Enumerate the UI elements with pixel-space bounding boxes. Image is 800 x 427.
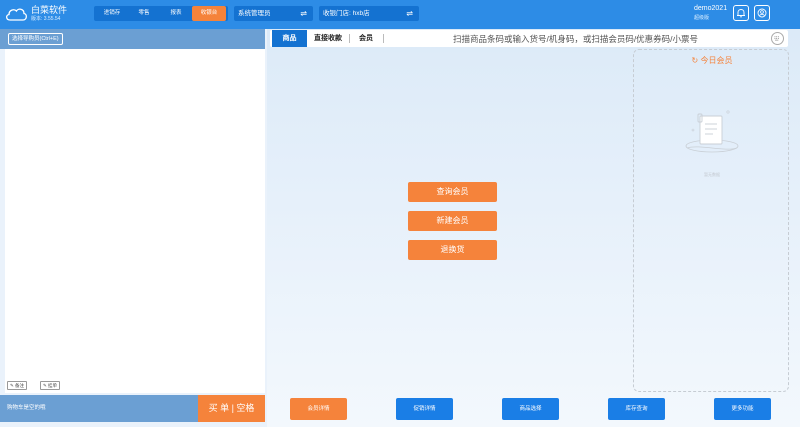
more-functions-button[interactable]: 更多功能 [714, 398, 771, 420]
cart-footer: 购物车是空的哦 [0, 395, 198, 422]
member-details-button[interactable]: 会员详情 [290, 398, 347, 420]
refresh-icon[interactable]: ↻ [692, 56, 699, 65]
new-member-button[interactable]: 新建会员 [408, 211, 497, 231]
main-nav: 进销存 零售 报表 收银台 [94, 6, 228, 21]
top-bar: 白菜软件 版本: 3.55.54 进销存 零售 报表 收银台 系统管理员 ⇌ 收… [0, 0, 800, 29]
product-select-button[interactable]: 商品选择 [502, 398, 559, 420]
hold-order-label: 挂单 [48, 383, 58, 388]
nav-reports[interactable]: 报表 [160, 6, 192, 21]
promotion-details-button[interactable]: 促销详情 [396, 398, 453, 420]
store-select[interactable]: 收银门店: hxb店 ⇌ [319, 6, 419, 21]
profile-button[interactable] [754, 5, 770, 21]
cloud-logo-icon [6, 8, 27, 21]
select-salesperson-button[interactable]: 选择导购员(Ctrl+E) [8, 33, 63, 45]
store-select-label: 收银门店: hxb店 [323, 10, 370, 17]
cart-status-text: 购物车是空的哦 [7, 405, 46, 411]
swap-icon: ⇌ [406, 9, 413, 18]
app-brand: 白菜软件 [31, 5, 68, 15]
operator-select-label: 系统管理员 [238, 10, 271, 17]
notification-button[interactable] [733, 5, 749, 21]
today-members-panel: ↻ 今日会员 暂无数据 [633, 49, 789, 392]
empty-state-text: 暂无数据 [704, 172, 720, 177]
edit-icon: ✎ [43, 383, 47, 388]
bell-icon [737, 9, 745, 18]
stock-query-button[interactable]: 库存查询 [608, 398, 665, 420]
note-button[interactable]: ✎ 备注 [7, 381, 28, 390]
nav-retail[interactable]: 零售 [128, 6, 160, 21]
app-version: 版本: 3.55.54 [31, 16, 61, 22]
swap-icon: ⇌ [300, 9, 307, 18]
today-members-label: 今日会员 [700, 56, 733, 65]
empty-document-icon [685, 110, 739, 153]
query-member-button[interactable]: 查询会员 [408, 182, 497, 202]
today-members-title: ↻ 今日会员 [634, 56, 790, 66]
hold-order-button[interactable]: ✎ 挂单 [40, 381, 61, 390]
user-name: demo2021 [694, 5, 728, 12]
keyboard-glyph-icon [774, 36, 779, 41]
operator-select[interactable]: 系统管理员 ⇌ [234, 6, 313, 21]
cart-list [5, 49, 265, 393]
nav-cashier[interactable]: 收银台 [192, 6, 226, 21]
edit-icon: ✎ [10, 383, 14, 388]
tab-products[interactable]: 商品 [272, 30, 307, 47]
note-button-label: 备注 [15, 383, 25, 388]
tab-member[interactable]: 会员 [351, 30, 381, 47]
keyboard-icon[interactable] [771, 32, 784, 45]
tab-divider [349, 34, 350, 43]
barcode-search-input[interactable] [383, 31, 768, 46]
cart-header: 选择导购员(Ctrl+E) [0, 29, 265, 49]
nav-inventory[interactable]: 进销存 [96, 6, 128, 21]
checkout-button[interactable]: 买 单 | 空格 [198, 395, 265, 422]
user-settings-icon [757, 8, 767, 18]
return-exchange-button[interactable]: 退换货 [408, 240, 497, 260]
tab-direct-payment[interactable]: 直接收款 [309, 30, 347, 47]
user-role: 超级版 [694, 15, 710, 21]
